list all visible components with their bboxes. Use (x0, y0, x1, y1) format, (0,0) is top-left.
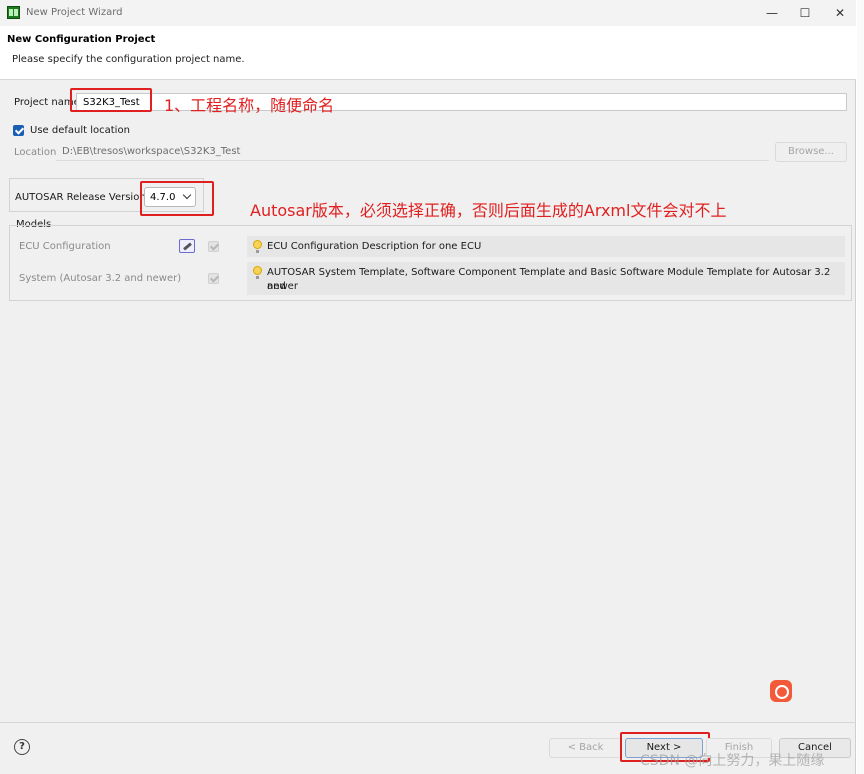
annotation-box-autosar-version (140, 181, 214, 216)
system-checkbox (208, 273, 219, 284)
model-description-ecu-configuration: ECU Configuration Description for one EC… (247, 236, 845, 257)
annotation-note-autosar: Autosar版本，必须选择正确，否则后面生成的Arxml文件会对不上 (250, 201, 727, 220)
ai-assistant-icon[interactable] (770, 680, 792, 702)
use-default-location-label: Use default location (30, 125, 130, 136)
maximize-button[interactable]: ☐ (794, 4, 816, 22)
close-button[interactable]: ✕ (829, 4, 851, 22)
wizard-header: New Configuration Project Please specify… (0, 26, 856, 80)
model-description-text: ECU Configuration Description for one EC… (267, 241, 482, 252)
annotation-box-project-name (70, 88, 152, 112)
location-label: Location: (14, 147, 60, 158)
model-name-system: System (Autosar 3.2 and newer) (19, 273, 182, 284)
model-description-text-line2: newer (267, 281, 298, 292)
autosar-release-label: AUTOSAR Release Version (15, 192, 146, 203)
model-description-system: AUTOSAR System Template, Software Compon… (247, 262, 845, 295)
page-title: New Configuration Project (7, 34, 156, 45)
window-title: New Project Wizard (26, 7, 123, 18)
location-input: D:\EB\tresos\workspace\S32K3_Test (56, 143, 769, 161)
page-subtitle: Please specify the configuration project… (12, 54, 245, 65)
browse-button[interactable]: Browse... (775, 142, 847, 162)
annotation-note-project: 1、工程名称，随便命名 (164, 96, 335, 115)
watermark-text: CSDN @向上努力，果上随缘 (640, 753, 825, 769)
background-window-strip (857, 0, 864, 774)
help-icon[interactable]: ? (14, 739, 30, 755)
model-description-text-line1: AUTOSAR System Template, Software Compon… (267, 267, 831, 292)
minimize-button[interactable]: — (761, 4, 783, 22)
lightbulb-icon (253, 240, 262, 253)
lightbulb-icon (253, 266, 262, 279)
model-name-ecu-configuration: ECU Configuration (19, 241, 111, 252)
ecu-configuration-checkbox (208, 241, 219, 252)
use-default-location-checkbox[interactable] (13, 125, 24, 136)
edit-icon[interactable] (179, 239, 195, 253)
wizard-window: New Project Wizard — ☐ ✕ New Configurati… (0, 0, 856, 774)
footer-separator (0, 722, 856, 723)
title-bar[interactable]: New Project Wizard — ☐ ✕ (0, 0, 856, 26)
back-button[interactable]: < Back (549, 738, 622, 758)
location-value: D:\EB\tresos\workspace\S32K3_Test (62, 146, 241, 157)
eb-tresos-app-icon (7, 6, 20, 19)
